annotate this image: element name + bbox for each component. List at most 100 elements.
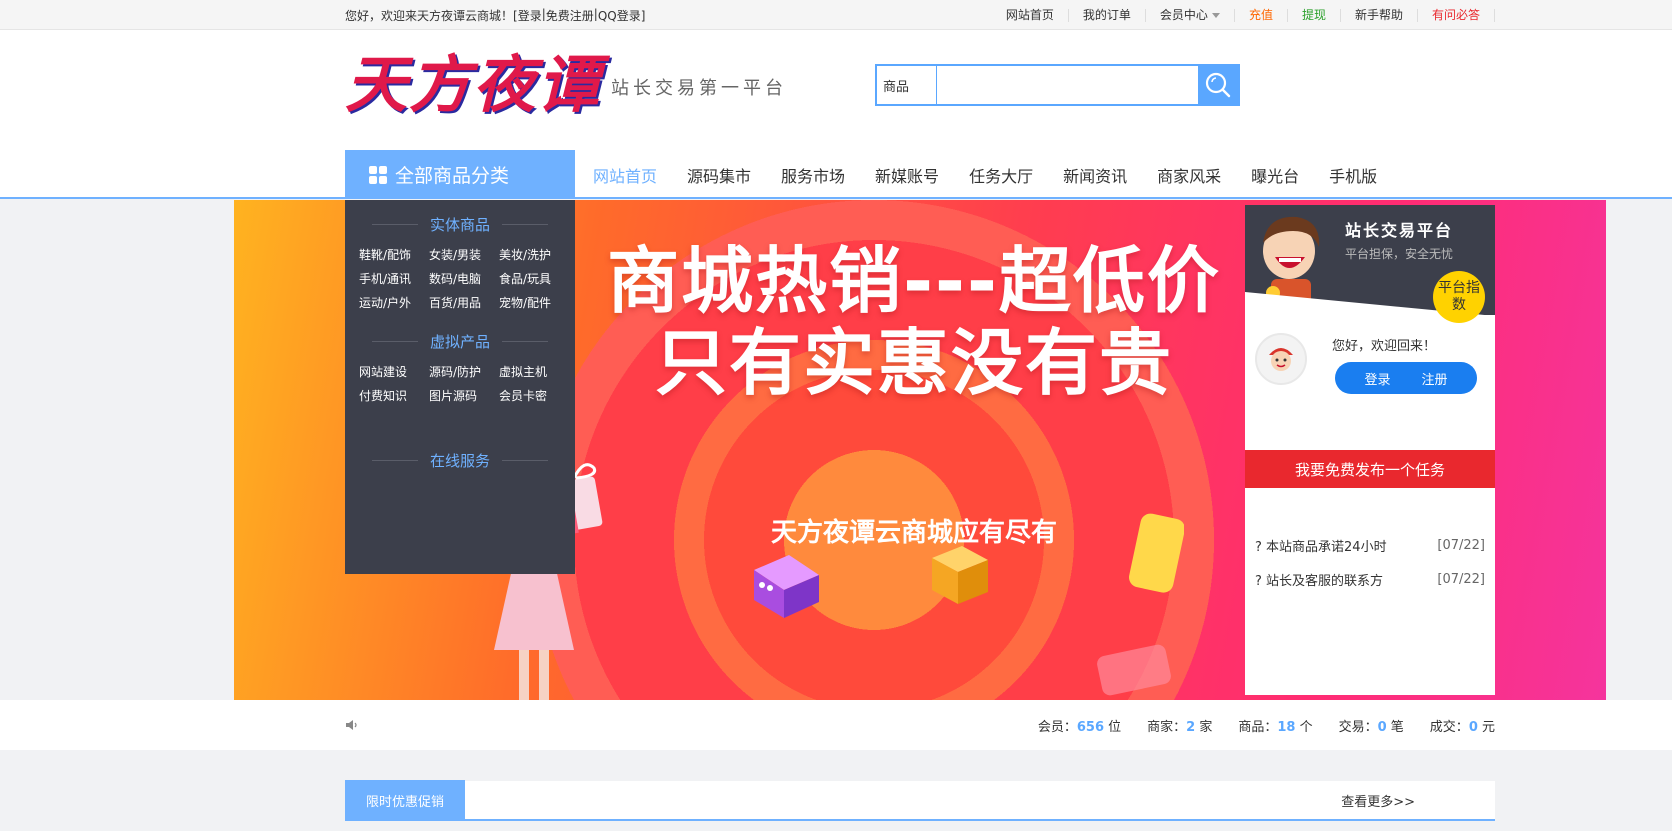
top-link-orders[interactable]: 我的订单 bbox=[1069, 8, 1146, 22]
banner-headline-1: 商城热销---超低价 bbox=[607, 239, 1221, 323]
news-item[interactable]: ? 站长及客服的联系方 [07/22] bbox=[1255, 562, 1485, 596]
top-link-withdraw[interactable]: 提现 bbox=[1288, 8, 1341, 22]
category-physical-title[interactable]: 实体商品 bbox=[430, 214, 490, 235]
coin-decoration bbox=[1097, 644, 1171, 696]
stat-volume-value: 0 bbox=[1468, 719, 1478, 735]
category-links: 鞋靴/配饰 女装/男装 美妆/洗护 手机/通讯 数码/电脑 食品/玩具 运动/户… bbox=[345, 246, 575, 311]
stat-volume: 成交：0 元 bbox=[1429, 719, 1495, 735]
nav-item-home[interactable]: 网站首页 bbox=[593, 163, 657, 187]
category-link[interactable]: 数码/电脑 bbox=[429, 270, 499, 287]
logo-slogan: 站长交易第一平台 bbox=[611, 78, 788, 99]
category-link[interactable]: 食品/玩具 bbox=[499, 270, 569, 287]
category-link[interactable]: 会员卡密 bbox=[499, 387, 569, 404]
category-online-service-title[interactable]: 在线服务 bbox=[430, 450, 490, 471]
category-section-title: 在线服务 bbox=[345, 448, 575, 472]
stat-goods-value: 18 bbox=[1277, 719, 1296, 735]
stat-goods: 商品：18 个 bbox=[1238, 719, 1313, 735]
nav-item-exposure[interactable]: 曝光台 bbox=[1251, 163, 1299, 187]
register-link[interactable]: 免费注册 bbox=[546, 7, 594, 24]
top-link-member-center[interactable]: 会员中心 bbox=[1146, 7, 1235, 22]
news-date: [07/22] bbox=[1437, 537, 1485, 553]
stat-merchants-value: 2 bbox=[1186, 719, 1196, 735]
platform-index-badge[interactable]: 平台指数 bbox=[1433, 271, 1485, 323]
girl-illustration bbox=[494, 560, 574, 700]
news-list: ? 本站商品承诺24小时 [07/22] ? 站长及客服的联系方 [07/22] bbox=[1245, 488, 1495, 596]
stat-trades: 交易：0 笔 bbox=[1338, 719, 1404, 735]
logo[interactable]: 天方夜谭 站长交易第一平台 bbox=[345, 50, 787, 120]
login-button[interactable]: 登录 bbox=[1364, 369, 1390, 388]
avatar-icon bbox=[1269, 348, 1293, 371]
category-link[interactable]: 源码/防护 bbox=[429, 363, 499, 380]
logo-text: 天方夜谭 bbox=[345, 48, 602, 121]
auth-buttons: 登录 注册 bbox=[1335, 362, 1477, 394]
top-link-help[interactable]: 新手帮助 bbox=[1341, 8, 1418, 22]
publish-task-button[interactable]: 我要免费发布一个任务 bbox=[1245, 450, 1495, 488]
nav-item-news[interactable]: 新闻资讯 bbox=[1063, 163, 1127, 187]
category-link[interactable]: 鞋靴/配饰 bbox=[359, 246, 429, 263]
all-categories-label: 全部商品分类 bbox=[395, 165, 510, 187]
news-title: ? 站长及客服的联系方 bbox=[1255, 573, 1384, 589]
nav-item-merchants[interactable]: 商家风采 bbox=[1157, 163, 1221, 187]
view-more-link[interactable]: 查看更多>> bbox=[1341, 791, 1415, 810]
stats-bar: 会员：656 位 商家：2 家 商品：18 个 交易：0 笔 成交：0 元 bbox=[0, 700, 1672, 750]
mascot-illustration bbox=[1263, 216, 1320, 313]
search-button[interactable] bbox=[1198, 66, 1238, 104]
category-link[interactable]: 图片源码 bbox=[429, 387, 499, 404]
nav-item-media-accounts[interactable]: 新媒账号 bbox=[875, 163, 939, 187]
gold-cube-illustration bbox=[932, 546, 988, 604]
register-button[interactable]: 注册 bbox=[1421, 369, 1447, 388]
category-link[interactable]: 美妆/洗护 bbox=[499, 246, 569, 263]
main-nav: 全部商品分类 网站首页 源码集市 服务市场 新媒账号 任务大厅 新闻资讯 商家风… bbox=[0, 150, 1672, 199]
platform-subtitle: 平台担保，安全无忧 bbox=[1345, 247, 1454, 261]
top-link-faq[interactable]: 有问必答 bbox=[1418, 8, 1495, 22]
stat-members-value: 656 bbox=[1076, 719, 1104, 735]
header: 天方夜谭 站长交易第一平台 商品 bbox=[0, 30, 1672, 150]
avatar bbox=[1255, 333, 1307, 385]
category-link[interactable]: 宠物/配件 bbox=[499, 294, 569, 311]
user-panel: 站长交易平台 平台担保，安全无忧 平台指数 您好，欢迎回来！ 登录 注册 我要免… bbox=[1245, 205, 1495, 695]
qq-login-link[interactable]: QQ登录] bbox=[598, 7, 646, 24]
category-link[interactable]: 百货/用品 bbox=[429, 294, 499, 311]
category-section-title: 实体商品 bbox=[345, 212, 575, 236]
banner-tagline: 天方夜谭云商城应有尽有 bbox=[770, 518, 1057, 548]
category-menu: 实体商品 鞋靴/配饰 女装/男装 美妆/洗护 手机/通讯 数码/电脑 食品/玩具… bbox=[345, 200, 575, 574]
search-box: 商品 bbox=[875, 64, 1240, 106]
promo-section-header: 限时优惠促销 查看更多>> bbox=[345, 780, 1495, 821]
category-link[interactable]: 付费知识 bbox=[359, 387, 429, 404]
news-date: [07/22] bbox=[1437, 571, 1485, 587]
category-link[interactable]: 网站建设 bbox=[359, 363, 429, 380]
category-section-title: 虚拟产品 bbox=[345, 329, 575, 353]
category-link[interactable]: 女装/男装 bbox=[429, 246, 499, 263]
welcome-text: 您好，欢迎来天方夜谭云商城！ bbox=[345, 8, 514, 23]
tab-limited-promo[interactable]: 限时优惠促销 bbox=[345, 780, 465, 820]
top-link-home[interactable]: 网站首页 bbox=[992, 8, 1069, 22]
top-link-recharge[interactable]: 充值 bbox=[1235, 8, 1288, 22]
search-input[interactable] bbox=[937, 66, 1198, 104]
member-center-label: 会员中心 bbox=[1159, 7, 1208, 22]
all-categories-button[interactable]: 全部商品分类 bbox=[345, 150, 575, 199]
site-statistics: 会员：656 位 商家：2 家 商品：18 个 交易：0 笔 成交：0 元 bbox=[1038, 716, 1495, 735]
platform-title: 站长交易平台 bbox=[1345, 221, 1454, 240]
banner-headline-2: 只有实惠没有贵 bbox=[654, 321, 1173, 405]
category-virtual-title[interactable]: 虚拟产品 bbox=[430, 331, 490, 352]
search-icon bbox=[1205, 72, 1231, 98]
search-category-select[interactable]: 商品 bbox=[877, 66, 937, 104]
grid-icon bbox=[369, 165, 387, 184]
nav-item-task-hall[interactable]: 任务大厅 bbox=[969, 163, 1033, 187]
category-link[interactable]: 手机/通讯 bbox=[359, 270, 429, 287]
category-link[interactable]: 运动/户外 bbox=[359, 294, 429, 311]
greeting-text: 您好，欢迎回来！ bbox=[1332, 339, 1437, 354]
stat-members: 会员：656 位 bbox=[1037, 719, 1122, 735]
nav-item-service-market[interactable]: 服务市场 bbox=[781, 163, 845, 187]
stat-trades-value: 0 bbox=[1377, 719, 1387, 735]
category-link[interactable]: 虚拟主机 bbox=[499, 363, 569, 380]
stat-merchants: 商家：2 家 bbox=[1147, 719, 1213, 735]
nav-item-mobile[interactable]: 手机版 bbox=[1329, 163, 1377, 187]
nav-items: 网站首页 源码集市 服务市场 新媒账号 任务大厅 新闻资讯 商家风采 曝光台 手… bbox=[575, 150, 1407, 199]
welcome-message: 您好，欢迎来天方夜谭云商城！ [登录 | 免费注册 | QQ登录] bbox=[345, 7, 645, 24]
news-item[interactable]: ? 本站商品承诺24小时 [07/22] bbox=[1255, 528, 1485, 562]
login-link[interactable]: [登录 bbox=[513, 7, 542, 24]
speaker-icon[interactable] bbox=[345, 718, 359, 732]
nav-item-source-market[interactable]: 源码集市 bbox=[687, 163, 751, 187]
news-title: ? 本站商品承诺24小时 bbox=[1255, 539, 1387, 555]
